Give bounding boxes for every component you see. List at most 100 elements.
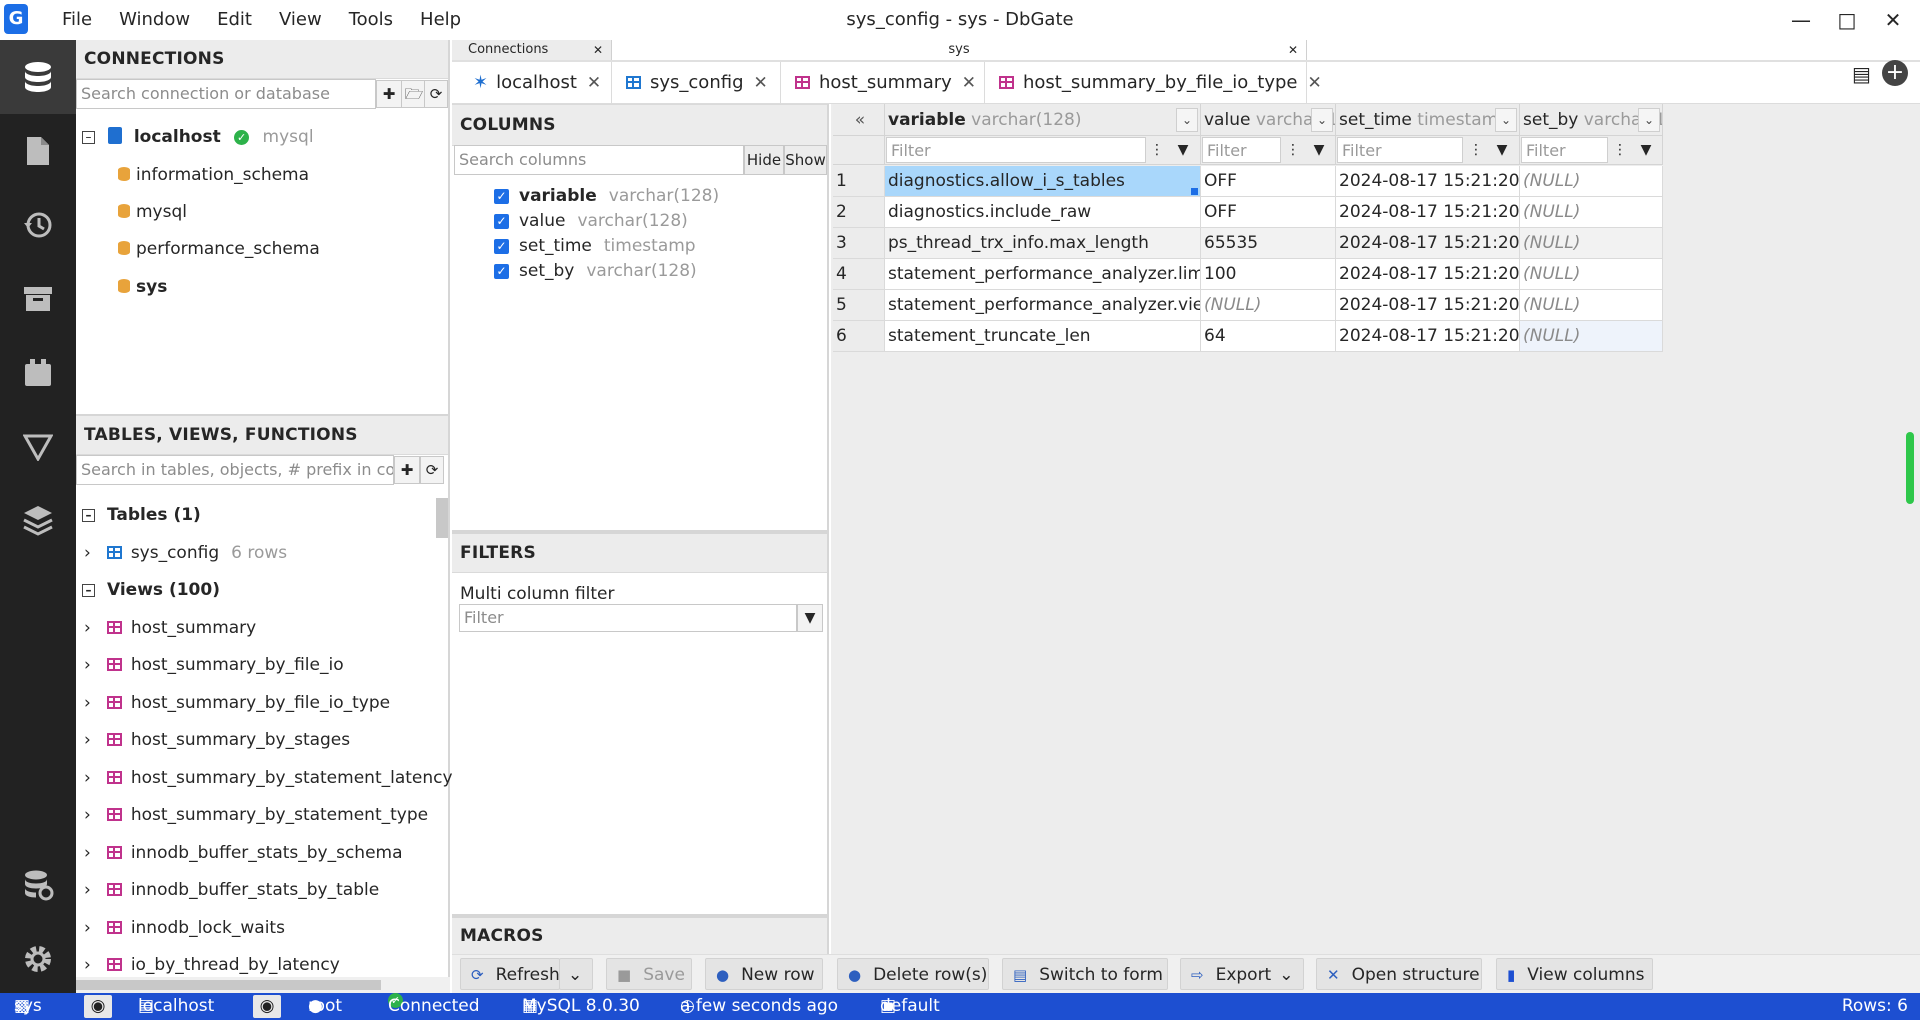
- row-number[interactable]: 4: [833, 259, 885, 290]
- add-connection-icon[interactable]: ✚: [376, 80, 402, 108]
- split-layout-icon[interactable]: ▤: [1852, 62, 1876, 86]
- cell-value[interactable]: 64: [1201, 321, 1336, 352]
- tab-group-sys[interactable]: sys ✕: [612, 40, 1307, 60]
- view-row[interactable]: › host_summary: [84, 610, 256, 646]
- column-header-value[interactable]: value varchar(128)⌄: [1201, 104, 1336, 136]
- checkbox-checked-icon[interactable]: ✓: [494, 214, 509, 229]
- scrollbar-thumb[interactable]: [436, 498, 448, 538]
- chevron-right-icon[interactable]: ›: [84, 880, 91, 900]
- filter-icon[interactable]: ▼: [1490, 138, 1514, 162]
- menu-file[interactable]: File: [62, 0, 92, 40]
- cell-set-time[interactable]: 2024-08-17 15:21:20: [1336, 197, 1520, 228]
- column-search-input[interactable]: Search columns: [454, 145, 744, 175]
- tables-group[interactable]: – Tables (1): [82, 497, 201, 533]
- database-item[interactable]: mysql: [118, 193, 187, 231]
- filter-icon[interactable]: [0, 410, 76, 484]
- cell-set-by[interactable]: (NULL): [1520, 290, 1663, 321]
- plugin-icon[interactable]: [0, 336, 76, 410]
- column-header-set-time[interactable]: set_time timestamp ⌄: [1336, 104, 1520, 136]
- palette-icon[interactable]: ◉: [253, 995, 281, 1018]
- switch-to-form-button[interactable]: ▤ Switch to form: [1002, 958, 1168, 990]
- tab-sys-config[interactable]: sys_config ✕: [612, 62, 781, 104]
- more-options-icon[interactable]: ⋮: [1281, 138, 1305, 162]
- close-icon[interactable]: ✕: [1870, 0, 1916, 40]
- cell-set-time[interactable]: 2024-08-17 15:21:20: [1336, 166, 1520, 197]
- collapse-icon[interactable]: –: [82, 509, 95, 522]
- view-row[interactable]: › innodb_buffer_stats_by_schema: [84, 835, 403, 871]
- close-icon[interactable]: ✕: [1288, 40, 1298, 60]
- tab-group-connections[interactable]: Connections ✕: [452, 40, 612, 60]
- menu-help[interactable]: Help: [420, 0, 461, 40]
- tab-host-summary-by-file-io-type[interactable]: host_summary_by_file_io_type ✕: [985, 62, 1322, 104]
- database-item[interactable]: information_schema: [118, 156, 309, 194]
- filter-icon[interactable]: ▼: [1307, 138, 1331, 162]
- minimize-icon[interactable]: —: [1778, 0, 1824, 40]
- cell-variable[interactable]: statement_performance_analyzer.view: [885, 290, 1201, 321]
- column-filter-input[interactable]: Filter: [886, 137, 1146, 163]
- database-settings-icon[interactable]: [0, 848, 76, 922]
- chevron-down-icon[interactable]: ⌄: [1495, 108, 1517, 132]
- refresh-button[interactable]: ⟳ Refresh: [460, 958, 560, 990]
- view-columns-button[interactable]: ▮ View columns: [1496, 958, 1653, 990]
- view-row[interactable]: › host_summary_by_statement_type: [84, 797, 428, 833]
- scrollbar-thumb[interactable]: [76, 980, 381, 990]
- export-button[interactable]: ⇨ Export ⌄: [1180, 958, 1304, 990]
- history-icon[interactable]: [0, 188, 76, 262]
- column-filter-input[interactable]: Filter: [1337, 137, 1463, 163]
- more-options-icon[interactable]: ⋮: [1608, 138, 1632, 162]
- tab-localhost[interactable]: ✶ localhost ✕: [459, 62, 612, 104]
- close-icon[interactable]: ✕: [754, 73, 768, 93]
- chevron-right-icon[interactable]: ›: [84, 768, 91, 788]
- chevron-right-icon[interactable]: ›: [84, 618, 91, 638]
- cell-variable-selected[interactable]: diagnostics.allow_i_s_tables: [885, 166, 1201, 197]
- show-button[interactable]: Show: [784, 145, 827, 175]
- add-object-icon[interactable]: ✚: [394, 456, 420, 484]
- column-header-set-by[interactable]: set_by varchar(128)⌄: [1520, 104, 1663, 136]
- multi-column-filter-input[interactable]: Filter: [459, 604, 797, 632]
- row-number[interactable]: 1: [833, 166, 885, 197]
- cell-set-time[interactable]: 2024-08-17 15:21:20: [1336, 321, 1520, 352]
- fill-handle[interactable]: [1191, 188, 1198, 195]
- connection-localhost[interactable]: – localhost ✓ mysql: [82, 118, 314, 156]
- view-row[interactable]: › host_summary_by_stages: [84, 722, 350, 758]
- cell-set-by[interactable]: (NULL): [1520, 197, 1663, 228]
- database-icon[interactable]: [0, 40, 76, 114]
- cell-variable[interactable]: ps_thread_trx_info.max_length: [885, 228, 1201, 259]
- filter-icon[interactable]: ▼: [797, 604, 823, 632]
- chevron-down-icon[interactable]: ⌄: [1638, 108, 1660, 132]
- view-row[interactable]: › host_summary_by_statement_latency: [84, 760, 453, 796]
- row-number[interactable]: 3: [833, 228, 885, 259]
- views-group[interactable]: – Views (100): [82, 572, 220, 608]
- cell-set-time[interactable]: 2024-08-17 15:21:20: [1336, 259, 1520, 290]
- new-row-button[interactable]: ● New row: [705, 958, 823, 990]
- column-item[interactable]: ✓ set_by varchar(128): [494, 259, 697, 284]
- view-row[interactable]: › innodb_buffer_stats_by_table: [84, 872, 379, 908]
- delete-rows-button[interactable]: ● Delete row(s): [837, 958, 989, 990]
- chevron-right-icon[interactable]: ›: [84, 805, 91, 825]
- column-item[interactable]: ✓ value varchar(128): [494, 209, 688, 234]
- horizontal-scrollbar[interactable]: [76, 977, 450, 993]
- row-number[interactable]: 5: [833, 290, 885, 321]
- cell-value[interactable]: OFF: [1201, 166, 1336, 197]
- file-icon[interactable]: [0, 114, 76, 188]
- chevron-down-icon[interactable]: ⌄: [1176, 108, 1198, 132]
- save-button[interactable]: ■ Save: [606, 958, 692, 990]
- settings-icon[interactable]: [0, 922, 76, 996]
- tab-host-summary[interactable]: host_summary ✕: [781, 62, 985, 104]
- cell-variable[interactable]: diagnostics.include_raw: [885, 197, 1201, 228]
- close-icon[interactable]: ✕: [1308, 73, 1322, 93]
- row-number[interactable]: 6: [833, 321, 885, 352]
- checkbox-checked-icon[interactable]: ✓: [494, 264, 509, 279]
- refresh-connections-icon[interactable]: ⟳: [424, 80, 448, 108]
- cell-set-by[interactable]: (NULL): [1520, 259, 1663, 290]
- row-number[interactable]: 2: [833, 197, 885, 228]
- cell-value[interactable]: (NULL): [1201, 290, 1336, 321]
- add-tab-icon[interactable]: +: [1882, 60, 1908, 86]
- collapse-icon[interactable]: –: [82, 131, 95, 144]
- chevron-right-icon[interactable]: ›: [84, 918, 91, 938]
- database-item[interactable]: performance_schema: [118, 230, 320, 268]
- cell-set-by[interactable]: (NULL): [1520, 228, 1663, 259]
- collapse-icon[interactable]: –: [82, 584, 95, 597]
- scroll-indicator[interactable]: [1906, 432, 1914, 504]
- hide-button[interactable]: Hide: [744, 145, 784, 175]
